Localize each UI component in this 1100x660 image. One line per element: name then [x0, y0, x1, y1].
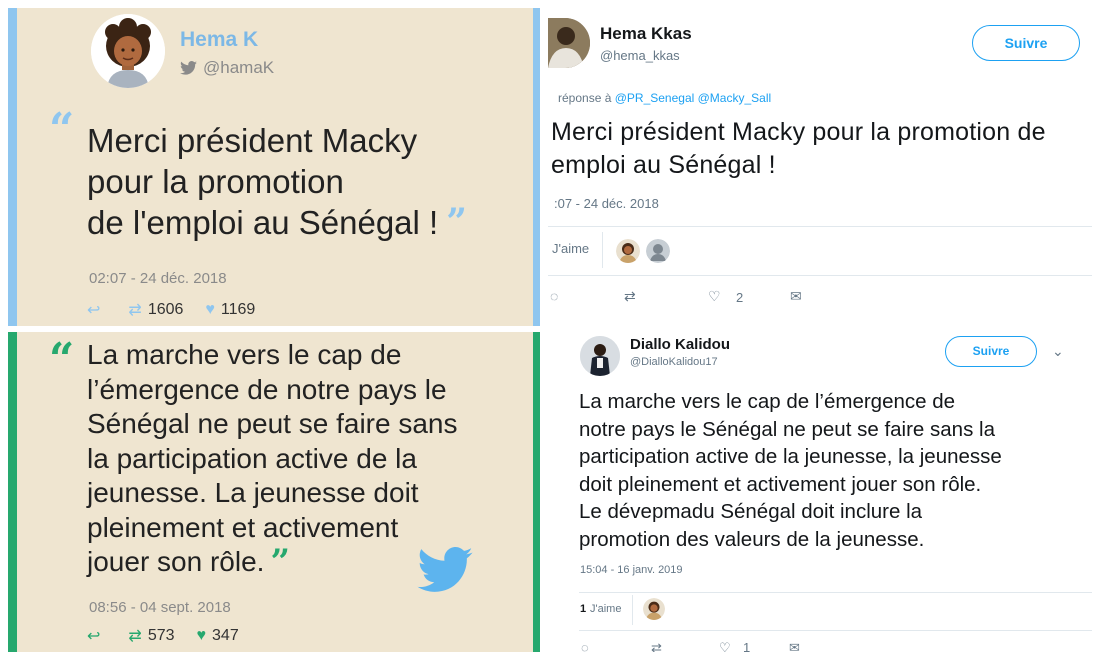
reply-context: réponse à @PR_Senegal @Macky_Sall [558, 91, 771, 105]
liker-avatar[interactable] [616, 239, 640, 263]
liker-photo-icon [616, 239, 640, 263]
reply-prefix: réponse à [558, 91, 612, 105]
quote-line: de l'emploi au Sénégal ! [87, 204, 439, 241]
tweet-text: Merci président Macky pour la promotion … [551, 116, 1092, 182]
card-stats: ↩ ⇄ 573 ♥ 347 [87, 626, 239, 646]
author-handle[interactable]: @hema_kkas [600, 48, 680, 63]
quote-line: jouer son rôle. [87, 546, 265, 577]
card-accent-bar [533, 8, 540, 326]
tweet-diallo-kalidou: Diallo Kalidou @DialloKalidou17 Suivre ⌄… [548, 332, 1092, 652]
tweet-hema-kkas: Hema Kkas @hema_kkas Suivre réponse à @P… [548, 8, 1092, 326]
avatar[interactable] [580, 336, 620, 376]
reply-mentions-link[interactable]: @PR_Senegal @Macky_Sall [615, 91, 771, 105]
user-photo-icon [548, 18, 590, 68]
tweet-actions: ◌ ⇄ ♡ 2 ✉ [548, 286, 848, 310]
card-author-name: Hema K [180, 28, 259, 51]
tweet-text: La marche vers le cap de l’émergence de … [579, 388, 1079, 553]
divider [579, 592, 1092, 593]
quote-line: l’émergence de notre pays le [87, 373, 447, 405]
reply-icon[interactable]: ◌ [581, 640, 589, 652]
quote-text: Merci président Macky pour la promotion … [87, 120, 527, 243]
handle-text: @hamaK [203, 58, 275, 77]
default-avatar-icon [646, 239, 670, 263]
quote-line: Merci président Macky [87, 122, 418, 159]
likes-label[interactable]: J'aime [552, 241, 589, 256]
author-name[interactable]: Diallo Kalidou [630, 336, 730, 353]
card-author-handle: @hamaK [180, 58, 274, 78]
author-name[interactable]: Hema Kkas [600, 24, 692, 44]
tweet-line: emploi au Sénégal ! [551, 151, 776, 179]
envelope-icon[interactable]: ✉ [789, 640, 800, 652]
quote-line: La marche vers le cap de [87, 339, 402, 370]
likes-count[interactable]: 1 [580, 603, 586, 615]
card-stats: ↩ ⇄ 1606 ♥ 1169 [87, 300, 255, 320]
card-timestamp: 08:56 - 04 sept. 2018 [89, 599, 231, 616]
follow-button[interactable]: Suivre [945, 336, 1037, 367]
quote-line: Sénégal ne peut se faire sans [87, 408, 458, 439]
tweet-line: doit pleinement et activement jouer son … [579, 472, 982, 496]
like-count: 2 [736, 290, 744, 305]
heart-icon[interactable]: ♡ [719, 640, 731, 652]
divider [602, 232, 603, 268]
open-quote-icon: “ [49, 104, 75, 155]
author-handle[interactable]: @DialloKalidou17 [630, 356, 718, 368]
retweet-icon[interactable]: ⇄ [624, 288, 636, 305]
follow-button[interactable]: Suivre [972, 25, 1080, 61]
divider [548, 275, 1092, 276]
envelope-icon[interactable]: ✉ [790, 288, 802, 305]
tweet-line: Le dévepmadu Sénégal doit inclure la [579, 500, 923, 523]
reply-icon[interactable]: ◌ [550, 288, 558, 304]
retweet-icon[interactable]: ⇄ [651, 640, 662, 652]
reply-arrow-icon: ↩ [87, 302, 101, 319]
open-quote-icon: “ [49, 334, 75, 385]
heart-icon: ♥ [205, 301, 215, 318]
quote-card-top: Hema K @hamaK “ Merci président Macky po… [8, 8, 540, 326]
chevron-down-icon[interactable]: ⌄ [1052, 343, 1064, 360]
woman-avatar-icon [91, 14, 165, 88]
retweet-count: 1606 [147, 301, 184, 318]
twitter-bird-icon [417, 547, 473, 592]
retweet-icon: ⇄ [128, 628, 142, 645]
quote-line: pleinement et activement [87, 511, 399, 543]
tweet-line: promotion des valeurs de la jeunesse. [579, 527, 925, 551]
heart-icon[interactable]: ♡ [708, 288, 721, 305]
quote-line: jeunesse. La jeunesse doit [87, 477, 419, 508]
tweet-line: notre pays le Sénégal ne peut se faire s… [579, 417, 995, 441]
quote-card-bottom: “ La marche vers le cap de l’émergence d… [8, 332, 540, 652]
reply-arrow-icon: ↩ [87, 628, 101, 645]
quote-text: La marche vers le cap de l’émergence de … [87, 338, 527, 580]
liker-photo-icon [643, 598, 665, 620]
close-quote-icon: ” [446, 201, 467, 243]
close-quote-icon: ” [270, 542, 290, 582]
tweet-timestamp[interactable]: :07 - 24 déc. 2018 [554, 196, 659, 211]
retweet-count: 573 [147, 627, 175, 644]
avatar [91, 14, 165, 88]
tweet-line: Merci président Macky pour la promotion … [551, 118, 1046, 146]
retweet-icon: ⇄ [128, 302, 142, 319]
like-count: 1169 [220, 301, 256, 318]
tweet-line: La marche vers le cap de l’émergence de [579, 390, 956, 413]
like-count: 1 [743, 640, 751, 652]
divider [632, 595, 633, 625]
likes-label[interactable]: J'aime [590, 603, 621, 615]
twitter-bird-icon [180, 61, 197, 75]
quote-line: la participation active de la [87, 442, 417, 474]
card-accent-bar [533, 332, 540, 652]
card-timestamp: 02:07 - 24 déc. 2018 [89, 270, 227, 287]
tweet-timestamp[interactable]: 15:04 - 16 janv. 2019 [580, 564, 683, 576]
avatar[interactable] [548, 18, 590, 68]
liker-avatar[interactable] [646, 239, 670, 263]
tweet-line: participation active de la jeunesse, la … [579, 445, 1002, 468]
tweet-actions: ◌ ⇄ ♡ 1 ✉ [579, 640, 879, 652]
divider [548, 226, 1092, 227]
user-photo-icon [580, 336, 620, 376]
divider [579, 630, 1092, 631]
liker-avatar[interactable] [643, 598, 665, 620]
quote-line: pour la promotion [87, 163, 344, 200]
like-count: 347 [212, 627, 239, 644]
heart-icon: ♥ [196, 627, 207, 644]
